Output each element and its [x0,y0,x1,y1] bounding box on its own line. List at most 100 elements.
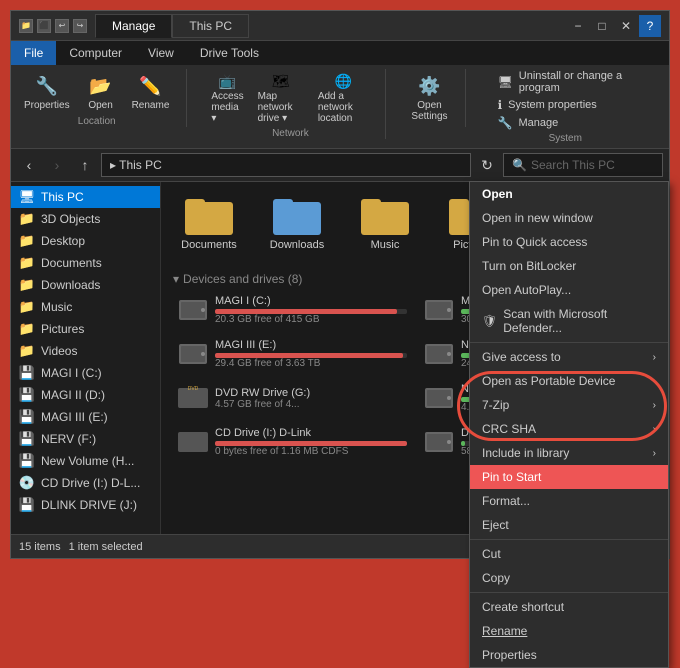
sidebar-item-thispc[interactable]: 🖥 This PC [11,186,160,208]
magiiii-name: MAGI III (E:) [215,339,407,351]
ctx-defender[interactable]: 🛡 Scan with Microsoft Defender... [470,302,668,340]
title-tabs: Manage This PC [95,14,249,38]
sidebar-item-3dobjects[interactable]: 📁 3D Objects [11,208,160,230]
sidebar-item-documents[interactable]: 📁 Documents [11,252,160,274]
sysprops-label: System properties [508,99,597,111]
downloads-icon: 📁 [19,277,35,293]
map-drive-icon: 🗺 [271,71,291,91]
ctx-properties-label: Properties [482,648,537,662]
ctx-eject[interactable]: Eject [470,513,668,537]
rename-label: Rename [132,100,170,111]
ctx-open[interactable]: Open [470,182,668,206]
ctx-crcsha[interactable]: CRC SHA › [470,417,668,441]
refresh-button[interactable]: ↻ [475,153,499,177]
ribbon-network-items: 📺 Accessmedia ▾ 🗺 Map networkdrive ▾ 🌐 A… [207,69,373,126]
desktop-icon: 📁 [19,233,35,249]
sysprops-icon: ℹ [498,98,503,112]
ctx-pin-quick[interactable]: Pin to Quick access [470,230,668,254]
ctx-cut[interactable]: Cut [470,542,668,566]
cdrive-name: CD Drive (I:) D-Link [215,427,407,439]
ribbon-group-system: 🖥 Uninstall or change a program ℹ System… [486,69,657,144]
sidebar-item-pictures[interactable]: 📁 Pictures [11,318,160,340]
ribbon-btn-open-settings[interactable]: ⚙️ OpenSettings [406,69,452,125]
folder-item-music[interactable]: Music [345,190,425,256]
sidebar-item-music[interactable]: 📁 Music [11,296,160,318]
device-magici[interactable]: MAGI I (C:) 20.3 GB free of 415 GB [171,290,413,330]
folder-item-documents[interactable]: Documents [169,190,249,256]
device-cdrive[interactable]: CD Drive (I:) D-Link 0 bytes free of 1.1… [171,422,413,462]
close-button[interactable]: ✕ [615,15,637,37]
add-location-label: Add a networklocation [318,91,370,124]
manage-label: Manage [519,117,559,129]
device-magiiii[interactable]: MAGI III (E:) 29.4 GB free of 3.63 TB [171,334,413,374]
maximize-button[interactable]: □ [591,15,613,37]
sidebar-item-nerv[interactable]: 💾 NERV (F:) [11,428,160,450]
device-dvd[interactable]: DVD DVD RW Drive (G:) 4.57 GB free of 4.… [171,378,413,418]
back-button[interactable]: ‹ [17,153,41,177]
ctx-format[interactable]: Format... [470,489,668,513]
ctx-include-library[interactable]: Include in library › [470,441,668,465]
ctx-cut-label: Cut [482,547,501,561]
ctx-portable-label: Open as Portable Device [482,374,615,388]
ribbon-btn-rename[interactable]: ✏️ Rename [127,69,175,114]
system-properties[interactable]: ℹ System properties [494,97,645,113]
map-drive-label: Map networkdrive ▾ [258,91,304,124]
location-group-label: Location [78,116,116,127]
sidebar-item-newvol[interactable]: 💾 New Volume (H... [11,450,160,472]
ctx-7zip[interactable]: 7-Zip › [470,393,668,417]
ctx-copy-label: Copy [482,571,510,585]
sidebar-item-magic[interactable]: 💾 MAGI I (C:) [11,362,160,384]
sidebar-item-cdrive[interactable]: 💿 CD Drive (I:) D-L... [11,472,160,494]
downloads-folder-label: Downloads [270,239,324,251]
magiiii-icon [177,338,209,370]
search-box[interactable]: 🔍 Search This PC [503,153,663,177]
system-items: 🖥 Uninstall or change a program ℹ System… [486,69,645,131]
ribbon-tab-view[interactable]: View [135,41,187,65]
title-tab-manage[interactable]: Manage [95,14,172,38]
cdrive-device-icon [177,426,209,458]
ribbon-btn-add-location[interactable]: 🌐 Add a networklocation [314,69,374,126]
dvd-device-icon: DVD [177,382,209,414]
folder-item-downloads[interactable]: Downloads [257,190,337,256]
ribbon-tabs: File Computer View Drive Tools [11,41,669,65]
ribbon-btn-map-drive[interactable]: 🗺 Map networkdrive ▾ [254,69,308,126]
magici-name: MAGI I (C:) [215,295,407,307]
ctx-portable[interactable]: Open as Portable Device [470,369,668,393]
ribbon-tab-file[interactable]: File [11,41,56,65]
ribbon-btn-open[interactable]: 📂 Open [81,69,121,114]
system-manage[interactable]: 🔧 Manage [494,115,645,131]
ctx-open-new-window[interactable]: Open in new window [470,206,668,230]
sidebar-item-desktop[interactable]: 📁 Desktop [11,230,160,252]
sidebar-item-magii[interactable]: 💾 MAGI II (D:) [11,384,160,406]
ctx-pin-start[interactable]: Pin to Start [470,465,668,489]
manage-icon: 🔧 [498,116,513,130]
system-uninstall[interactable]: 🖥 Uninstall or change a program [494,69,645,95]
newvol-device-icon [423,382,455,414]
svg-text:DVD: DVD [188,386,199,392]
ribbon-tab-computer[interactable]: Computer [56,41,135,65]
access-media-icon: 📺 [218,71,238,91]
sidebar-item-downloads[interactable]: 📁 Downloads [11,274,160,296]
ctx-rename[interactable]: Rename [470,619,668,643]
up-button[interactable]: ↑ [73,153,97,177]
ctx-properties[interactable]: Properties [470,643,668,667]
ctx-bitlocker[interactable]: Turn on BitLocker [470,254,668,278]
ctx-give-access[interactable]: Give access to › [470,345,668,369]
ctx-create-shortcut[interactable]: Create shortcut [470,595,668,619]
minimize-button[interactable]: − [567,15,589,37]
sidebar-item-magiii[interactable]: 💾 MAGI III (E:) [11,406,160,428]
title-tab-thispc[interactable]: This PC [172,14,249,38]
ribbon-btn-access-media[interactable]: 📺 Accessmedia ▾ [207,69,247,126]
ribbon-tab-drivetools[interactable]: Drive Tools [187,41,272,65]
ribbon-group-settings: ⚙️ OpenSettings [406,69,465,127]
sidebar-item-dlink[interactable]: 💾 DLINK DRIVE (J:) [11,494,160,516]
ribbon-btn-properties[interactable]: 🔧 Properties [19,69,75,114]
ctx-give-access-label: Give access to [482,350,561,364]
ribbon-content: 🔧 Properties 📂 Open ✏️ Rename Location [11,65,669,148]
ctx-autoplay[interactable]: Open AutoPlay... [470,278,668,302]
sidebar-item-videos[interactable]: 📁 Videos [11,340,160,362]
forward-button[interactable]: › [45,153,69,177]
address-path[interactable]: ▸ This PC [101,153,471,177]
ctx-copy[interactable]: Copy [470,566,668,590]
help-button[interactable]: ? [639,15,661,37]
